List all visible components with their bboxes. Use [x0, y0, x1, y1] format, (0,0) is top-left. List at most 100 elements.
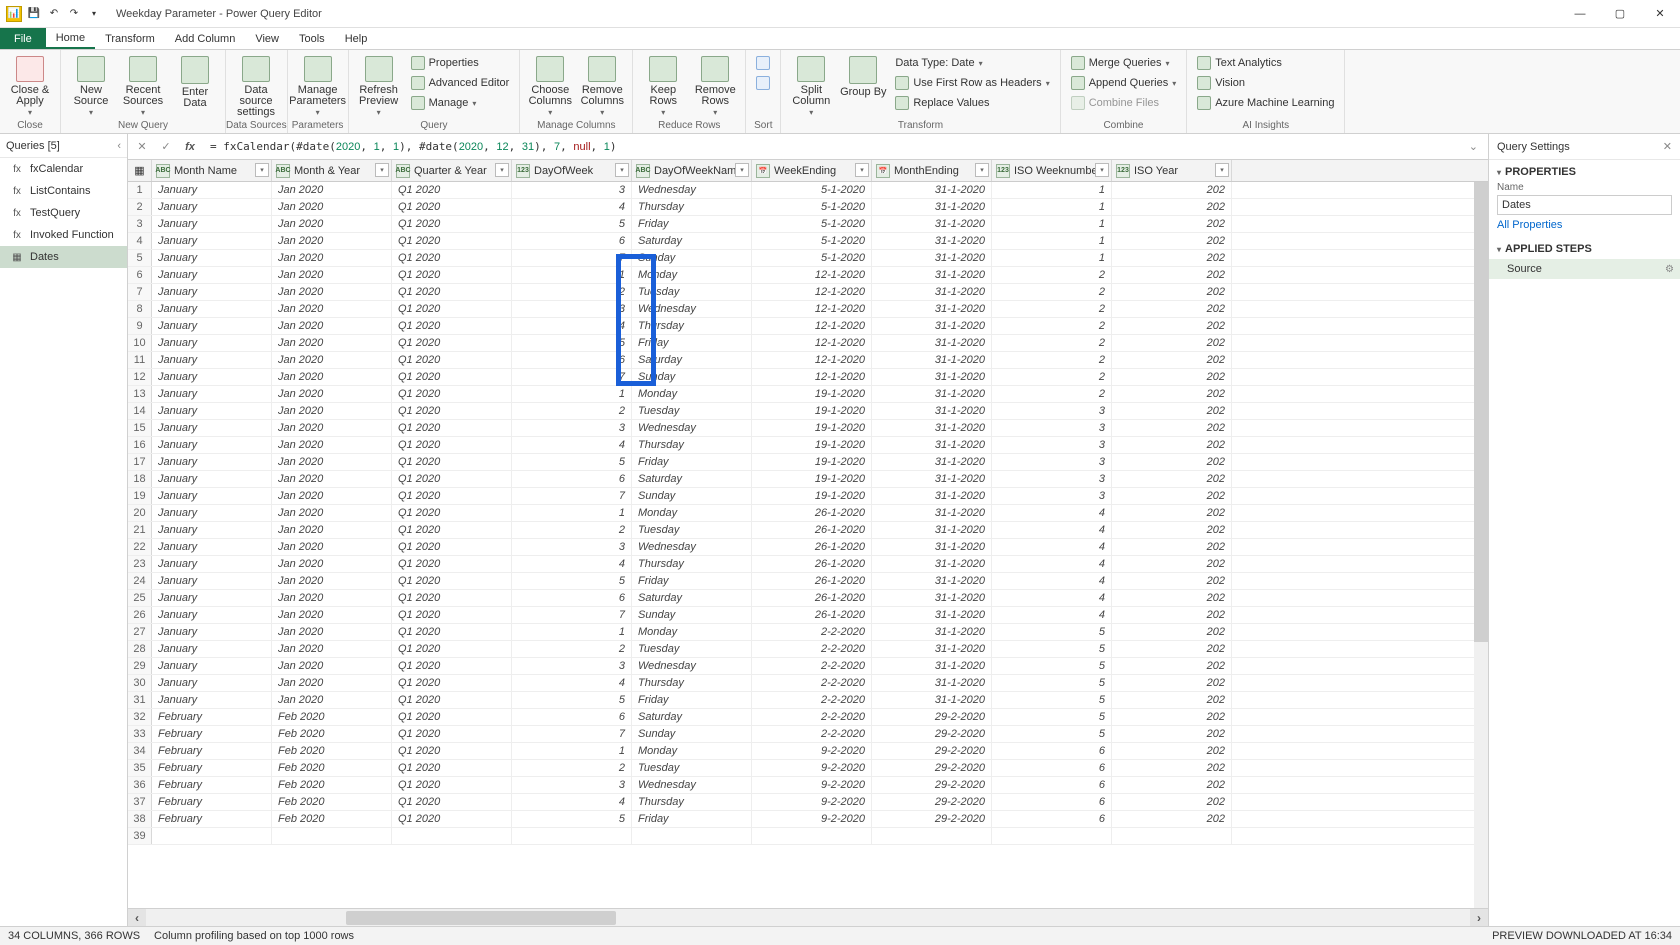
- cell-mn[interactable]: February: [152, 794, 272, 810]
- row-header-corner[interactable]: ▦: [128, 160, 152, 181]
- cell-we[interactable]: 12-1-2020: [752, 335, 872, 351]
- cell-me[interactable]: 31-1-2020: [872, 352, 992, 368]
- cell-me[interactable]: 29-2-2020: [872, 811, 992, 827]
- type-icon[interactable]: ABC: [396, 164, 410, 178]
- table-row[interactable]: 4JanuaryJan 2020Q1 20206Saturday5-1-2020…: [128, 233, 1488, 250]
- cell-mn[interactable]: January: [152, 505, 272, 521]
- filter-icon[interactable]: ▾: [1215, 163, 1229, 177]
- cell-dn[interactable]: Tuesday: [632, 522, 752, 538]
- cell-we[interactable]: 26-1-2020: [752, 607, 872, 623]
- cell-dw[interactable]: 4: [512, 794, 632, 810]
- cell-mn[interactable]: January: [152, 675, 272, 691]
- row-number[interactable]: 26: [128, 607, 152, 623]
- tab-help[interactable]: Help: [335, 28, 378, 49]
- cell-me[interactable]: 31-1-2020: [872, 505, 992, 521]
- cell-dw[interactable]: 4: [512, 556, 632, 572]
- cell-iy[interactable]: 202: [1112, 335, 1232, 351]
- manage-query-button[interactable]: Manage: [407, 94, 514, 112]
- cell-dn[interactable]: Sunday: [632, 607, 752, 623]
- cell-qy[interactable]: Q1 2020: [392, 233, 512, 249]
- cell-mn[interactable]: February: [152, 726, 272, 742]
- row-number[interactable]: 14: [128, 403, 152, 419]
- cell-qy[interactable]: Q1 2020: [392, 488, 512, 504]
- table-row[interactable]: 35FebruaryFeb 2020Q1 20202Tuesday9-2-202…: [128, 760, 1488, 777]
- row-number[interactable]: 36: [128, 777, 152, 793]
- cell-iw[interactable]: 1: [992, 199, 1112, 215]
- cell-iw[interactable]: 5: [992, 641, 1112, 657]
- tab-file[interactable]: File: [0, 28, 46, 49]
- cell-dn[interactable]: Monday: [632, 505, 752, 521]
- cell-iy[interactable]: 202: [1112, 454, 1232, 470]
- cell-mn[interactable]: February: [152, 811, 272, 827]
- cell-qy[interactable]: Q1 2020: [392, 522, 512, 538]
- cell-dw[interactable]: 5: [512, 573, 632, 589]
- cell-dn[interactable]: Thursday: [632, 556, 752, 572]
- fx-icon[interactable]: fx: [180, 137, 200, 157]
- cell-iy[interactable]: 202: [1112, 794, 1232, 810]
- cell-iw[interactable]: 6: [992, 760, 1112, 776]
- cell-we[interactable]: 2-2-2020: [752, 658, 872, 674]
- table-row[interactable]: 21JanuaryJan 2020Q1 20202Tuesday26-1-202…: [128, 522, 1488, 539]
- cell-iy[interactable]: 202: [1112, 437, 1232, 453]
- cell-my[interactable]: Jan 2020: [272, 301, 392, 317]
- cell-iw[interactable]: 6: [992, 811, 1112, 827]
- column-header-me[interactable]: 📅MonthEnding▾: [872, 160, 992, 181]
- cell-iy[interactable]: 202: [1112, 777, 1232, 793]
- cell-me[interactable]: 31-1-2020: [872, 420, 992, 436]
- cell-dn[interactable]: Friday: [632, 216, 752, 232]
- cell-qy[interactable]: Q1 2020: [392, 301, 512, 317]
- type-icon[interactable]: 📅: [876, 164, 890, 178]
- table-row[interactable]: 11JanuaryJan 2020Q1 20206Saturday12-1-20…: [128, 352, 1488, 369]
- cell-qy[interactable]: Q1 2020: [392, 811, 512, 827]
- cell-me[interactable]: 31-1-2020: [872, 539, 992, 555]
- filter-icon[interactable]: ▾: [615, 163, 629, 177]
- cell-iy[interactable]: 202: [1112, 284, 1232, 300]
- merge-queries-button[interactable]: Merge Queries: [1067, 54, 1181, 72]
- cell-my[interactable]: Jan 2020: [272, 675, 392, 691]
- cell-me[interactable]: 29-2-2020: [872, 709, 992, 725]
- cell-dn[interactable]: Tuesday: [632, 760, 752, 776]
- cell-iy[interactable]: 202: [1112, 420, 1232, 436]
- table-row[interactable]: 3JanuaryJan 2020Q1 20205Friday5-1-202031…: [128, 216, 1488, 233]
- row-number[interactable]: 27: [128, 624, 152, 640]
- cell-iy[interactable]: [1112, 828, 1232, 844]
- cell-my[interactable]: Jan 2020: [272, 624, 392, 640]
- cell-me[interactable]: 31-1-2020: [872, 267, 992, 283]
- cell-we[interactable]: 5-1-2020: [752, 199, 872, 215]
- cell-iy[interactable]: 202: [1112, 624, 1232, 640]
- cell-dn[interactable]: Tuesday: [632, 641, 752, 657]
- column-header-we[interactable]: 📅WeekEnding▾: [752, 160, 872, 181]
- cell-qy[interactable]: Q1 2020: [392, 250, 512, 266]
- cell-iy[interactable]: 202: [1112, 522, 1232, 538]
- cell-qy[interactable]: Q1 2020: [392, 386, 512, 402]
- cell-iw[interactable]: 2: [992, 369, 1112, 385]
- vertical-scrollbar[interactable]: [1474, 182, 1488, 908]
- table-row[interactable]: 16JanuaryJan 2020Q1 20204Thursday19-1-20…: [128, 437, 1488, 454]
- cell-my[interactable]: [272, 828, 392, 844]
- cell-dw[interactable]: 2: [512, 403, 632, 419]
- cell-dw[interactable]: 4: [512, 318, 632, 334]
- cell-dw[interactable]: 2: [512, 760, 632, 776]
- table-row[interactable]: 33FebruaryFeb 2020Q1 20207Sunday2-2-2020…: [128, 726, 1488, 743]
- cell-iy[interactable]: 202: [1112, 488, 1232, 504]
- cell-my[interactable]: Jan 2020: [272, 522, 392, 538]
- step-source[interactable]: Source ⚙: [1489, 259, 1680, 279]
- cell-qy[interactable]: Q1 2020: [392, 369, 512, 385]
- row-number[interactable]: 20: [128, 505, 152, 521]
- cell-iw[interactable]: 5: [992, 692, 1112, 708]
- row-number[interactable]: 30: [128, 675, 152, 691]
- column-header-iy[interactable]: 123ISO Year▾: [1112, 160, 1232, 181]
- cell-me[interactable]: 29-2-2020: [872, 777, 992, 793]
- cell-mn[interactable]: January: [152, 624, 272, 640]
- row-number[interactable]: 17: [128, 454, 152, 470]
- cell-iy[interactable]: 202: [1112, 760, 1232, 776]
- row-number[interactable]: 32: [128, 709, 152, 725]
- cell-my[interactable]: Jan 2020: [272, 658, 392, 674]
- cell-dw[interactable]: 3: [512, 182, 632, 198]
- cell-dn[interactable]: Wednesday: [632, 777, 752, 793]
- cell-dn[interactable]: Wednesday: [632, 301, 752, 317]
- type-icon[interactable]: 123: [996, 164, 1010, 178]
- cell-we[interactable]: 9-2-2020: [752, 794, 872, 810]
- cell-me[interactable]: 31-1-2020: [872, 318, 992, 334]
- cell-iw[interactable]: 3: [992, 488, 1112, 504]
